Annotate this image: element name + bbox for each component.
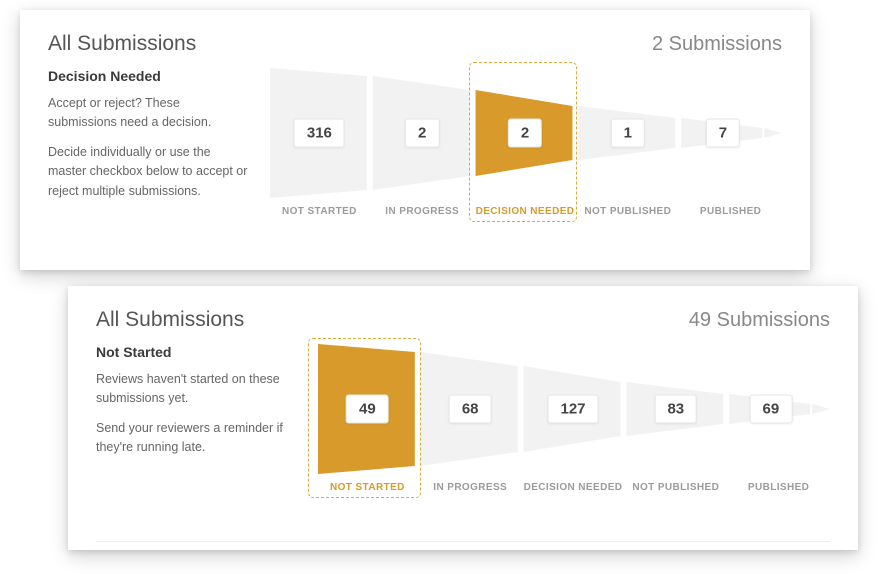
stage-label[interactable]: PUBLISHED	[727, 482, 830, 493]
submissions-panel: All Submissions 2 Submissions Decision N…	[20, 10, 810, 270]
stage-count-badge[interactable]: 1	[611, 119, 645, 148]
stage-description: Decision Needed Accept or reject? These …	[48, 68, 248, 243]
stage-label[interactable]: NOT STARTED	[316, 482, 419, 493]
funnel-chart: 316 2 2 1 7 NOT STARTED IN PROGRESS DECI…	[268, 68, 782, 243]
stage-label[interactable]: DECISION NEEDED	[474, 206, 577, 217]
funnel-tip-icon	[764, 128, 782, 138]
funnel-chart: 49 68 127 83 69 NOT STARTED IN PROGRESS …	[316, 344, 830, 519]
stage-count-badge[interactable]: 68	[449, 395, 492, 424]
panel-count: 2 Submissions	[652, 33, 782, 56]
stage-description-text: Reviews haven't started on these submiss…	[96, 370, 296, 409]
stage-label[interactable]: PUBLISHED	[679, 206, 782, 217]
stage-count-badge[interactable]: 49	[346, 395, 389, 424]
funnel-tip-icon	[812, 404, 830, 414]
panel-title: All Submissions	[96, 308, 244, 332]
stage-count-badge[interactable]: 69	[750, 395, 793, 424]
stage-label[interactable]: NOT STARTED	[268, 206, 371, 217]
stage-label[interactable]: DECISION NEEDED	[522, 482, 625, 493]
stage-description-text: Accept or reject? These submissions need…	[48, 94, 248, 133]
stage-label[interactable]: IN PROGRESS	[371, 206, 474, 217]
stage-description-title: Decision Needed	[48, 68, 248, 84]
panel-title: All Submissions	[48, 32, 196, 56]
stage-count-badge[interactable]: 127	[547, 395, 598, 424]
panel-body: Decision Needed Accept or reject? These …	[20, 68, 810, 259]
stage-description-text: Send your reviewers a reminder if they'r…	[96, 419, 296, 458]
panel-count: 49 Submissions	[689, 309, 830, 332]
submissions-panel: All Submissions 49 Submissions Not Start…	[68, 286, 858, 550]
panel-header: All Submissions 2 Submissions	[20, 10, 810, 68]
stage-label[interactable]: NOT PUBLISHED	[624, 482, 727, 493]
stage-label[interactable]: IN PROGRESS	[419, 482, 522, 493]
stage-count-badge[interactable]: 316	[294, 119, 345, 148]
stage-description-text: Decide individually or use the master ch…	[48, 143, 248, 201]
stage-label[interactable]: NOT PUBLISHED	[576, 206, 679, 217]
panel-header: All Submissions 49 Submissions	[68, 286, 858, 344]
stage-count-badge[interactable]: 7	[706, 119, 740, 148]
stage-description: Not Started Reviews haven't started on t…	[96, 344, 296, 519]
divider	[96, 541, 830, 542]
stage-description-title: Not Started	[96, 344, 296, 360]
stage-labels-row: NOT STARTED IN PROGRESS DECISION NEEDED …	[316, 482, 830, 493]
stage-labels-row: NOT STARTED IN PROGRESS DECISION NEEDED …	[268, 206, 782, 217]
stage-count-badge[interactable]: 83	[654, 395, 697, 424]
panel-body: Not Started Reviews haven't started on t…	[68, 344, 858, 535]
stage-count-badge[interactable]: 2	[405, 119, 439, 148]
stage-count-badge[interactable]: 2	[508, 119, 542, 148]
